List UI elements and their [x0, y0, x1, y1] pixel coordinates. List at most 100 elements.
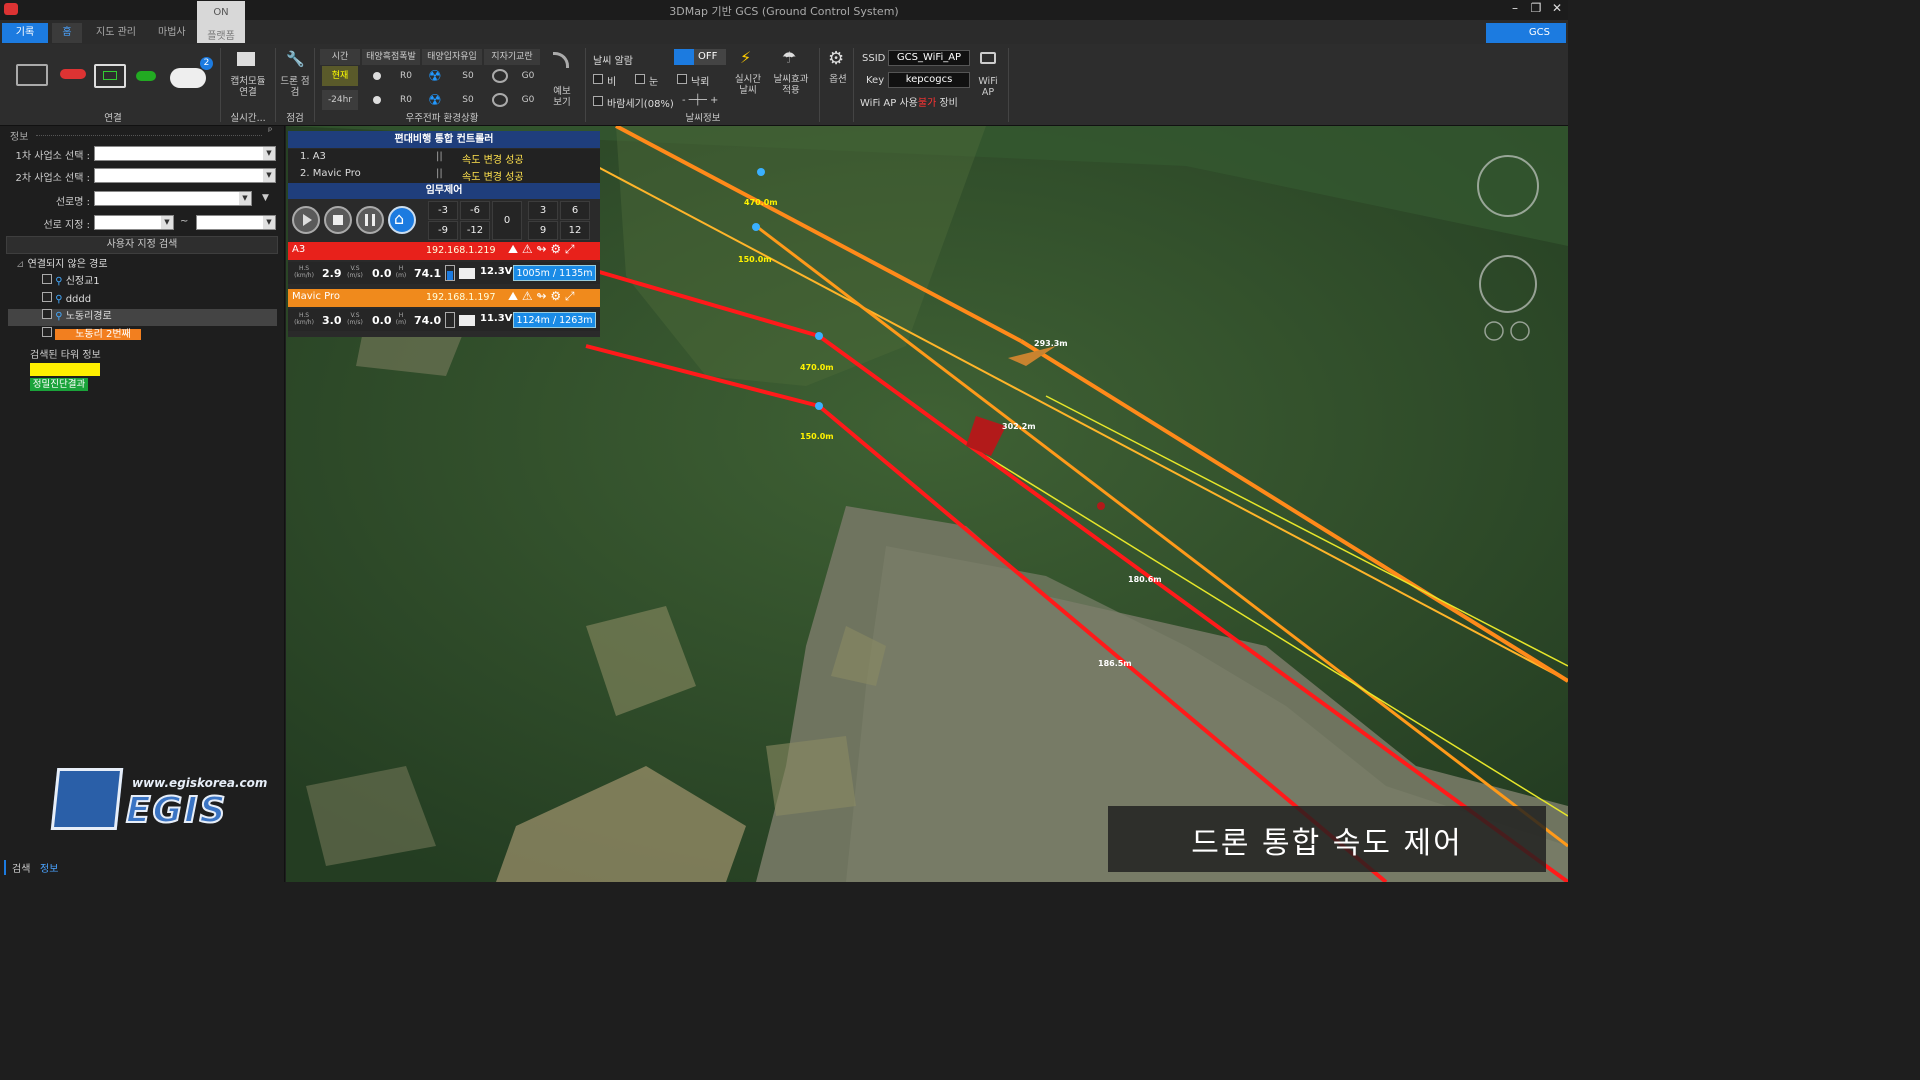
- tab-gcs[interactable]: GCS: [1486, 23, 1566, 43]
- line-dropdown-icon[interactable]: ▼: [262, 193, 269, 203]
- pause-button[interactable]: [356, 206, 384, 234]
- bottom-tab-info[interactable]: 정보: [40, 860, 58, 875]
- stop-button[interactable]: [324, 206, 352, 234]
- toggle-on-label: ON: [213, 7, 229, 18]
- caption-text: 드론 통합 속도 제어: [1191, 826, 1463, 861]
- rain-checkbox[interactable]: [593, 74, 603, 87]
- route-end-select[interactable]: ▼: [196, 215, 276, 230]
- weather-alarm-label: 날씨 알람: [593, 56, 633, 67]
- mavic-vs-unit: V.S (m/s): [347, 312, 363, 326]
- clapper-icon[interactable]: [237, 52, 255, 66]
- ssid-label: SSID: [862, 53, 886, 64]
- site1-select[interactable]: ▼: [94, 146, 276, 161]
- realtime-weather-button[interactable]: 실시간 날씨: [733, 74, 763, 96]
- speed-minus-9[interactable]: -9: [428, 221, 458, 240]
- wifi-status-post: 장비: [936, 98, 958, 109]
- bottom-tab-search[interactable]: 검색: [4, 860, 30, 875]
- drone-check-button[interactable]: 드론 점검: [280, 76, 310, 98]
- drone-a3-icons[interactable]: ⛰ ⚠ ↬ ⚙ ⤢: [508, 242, 575, 257]
- drone-a3-name: A3: [292, 244, 306, 255]
- weather-alarm-toggle[interactable]: OFF: [674, 49, 726, 65]
- connect-group-label: 연결: [104, 113, 122, 124]
- capture-module-button[interactable]: 캡처모듈 연결: [226, 76, 270, 98]
- maximize-button[interactable]: ❐: [1527, 1, 1545, 15]
- tree-item-2[interactable]: ⚲ dddd: [42, 292, 91, 308]
- speed-plus-12[interactable]: 12: [560, 221, 590, 240]
- tab-map-manage[interactable]: 지도 관리: [88, 23, 144, 43]
- router-icon[interactable]: [980, 52, 996, 64]
- monitor-icon[interactable]: [94, 64, 126, 88]
- play-button[interactable]: [292, 206, 320, 234]
- link-icon[interactable]: [60, 69, 86, 79]
- line-label-3: 470.0m: [800, 363, 834, 372]
- umbrella-icon[interactable]: ☂: [782, 48, 796, 67]
- speed-plus-9[interactable]: 9: [528, 221, 558, 240]
- drone-mavic-icons[interactable]: ⛰ ⚠ ↬ ⚙ ⤢: [508, 289, 575, 304]
- badge-count: 2: [200, 57, 213, 70]
- lightning-checkbox[interactable]: [677, 74, 687, 87]
- drone-header-a3: A3 192.168.1.219 ⛰ ⚠ ↬ ⚙ ⤢: [288, 242, 600, 260]
- device-icon[interactable]: [136, 71, 156, 81]
- tab-record[interactable]: 기록: [2, 23, 48, 43]
- tower-tag-green[interactable]: 정밀진단결과: [30, 378, 88, 391]
- mavic-hs: 3.0: [322, 314, 342, 327]
- drone-a3-stats: H.S (km/h) 2.9 V.S (m/s) 0.0 H (m) 74.1 …: [288, 262, 600, 284]
- weather-effect-button[interactable]: 날씨효과 적용: [771, 74, 811, 96]
- row-1-sep: ||: [436, 151, 443, 162]
- speed-plus-3[interactable]: 3: [528, 201, 558, 220]
- line-select[interactable]: ▼: [94, 191, 252, 206]
- wind-slider[interactable]: - ─┼─ +: [682, 95, 718, 106]
- tree-item-1[interactable]: ⚲ 신정교1: [42, 274, 100, 290]
- wind-checkbox[interactable]: [593, 96, 603, 109]
- mavic-vs: 0.0: [372, 314, 392, 327]
- ssid-field[interactable]: GCS_WiFi_AP: [888, 50, 970, 66]
- row-1-status: 속도 변경 성공: [462, 155, 524, 166]
- tree-item-3[interactable]: ⚲ 노동리경로: [42, 309, 112, 325]
- speed-minus-12[interactable]: -12: [460, 221, 490, 240]
- controller-row-1: 1. A3 || 속도 변경 성공: [288, 149, 600, 166]
- contact-card-icon[interactable]: [16, 64, 48, 86]
- drone-header-mavic: Mavic Pro 192.168.1.197 ⛰ ⚠ ↬ ⚙ ⤢: [288, 289, 600, 307]
- a3-h: 74.1: [414, 267, 442, 280]
- close-button[interactable]: ✕: [1548, 1, 1566, 15]
- forecast-button[interactable]: 예보 보기: [549, 86, 575, 108]
- tree-item-4[interactable]: 노동리 2번째: [42, 327, 141, 343]
- speed-plus-6[interactable]: 6: [560, 201, 590, 220]
- row-now-s: S0: [462, 71, 474, 81]
- bolt-icon[interactable]: ⚡: [740, 48, 751, 67]
- info-panel: 정보 ᵖ 1차 사업소 선택 : ▼ 2차 사업소 선택 : ▼ 선로명 : ▼…: [0, 126, 285, 882]
- wrench-icon[interactable]: 🔧: [286, 50, 305, 68]
- rss-icon[interactable]: [553, 52, 569, 68]
- site2-select[interactable]: ▼: [94, 168, 276, 183]
- gear-icon[interactable]: ⚙: [828, 48, 844, 69]
- site2-label: 2차 사업소 선택 :: [15, 173, 90, 184]
- sun-icon: [373, 72, 381, 80]
- plugin-toggle[interactable]: ON 플랫폼: [197, 1, 245, 43]
- speed-minus-6[interactable]: -6: [460, 201, 490, 220]
- tab-wizard[interactable]: 마법사: [150, 23, 194, 43]
- custom-search-button[interactable]: 사용자 지정 검색: [6, 236, 278, 254]
- speed-zero[interactable]: 0: [492, 201, 522, 240]
- options-button[interactable]: 옵션: [826, 74, 850, 85]
- mavic-battery-icon: [459, 315, 475, 326]
- plugin-label: 플랫폼: [207, 31, 235, 42]
- wifi-ap-button[interactable]: WiFi AP: [975, 76, 1001, 98]
- tree-root[interactable]: ⊿ 연결되지 않은 경로: [16, 257, 108, 273]
- minimize-button[interactable]: –: [1506, 1, 1524, 15]
- key-field[interactable]: kepcogcs: [888, 72, 970, 88]
- route-start-select[interactable]: ▼: [94, 215, 174, 230]
- wind-label: 바람세기(08%): [607, 99, 674, 110]
- tower-tag-yellow[interactable]: [30, 363, 100, 376]
- gamepad-icon[interactable]: [170, 68, 206, 88]
- pin-icon[interactable]: ᵖ: [268, 126, 272, 137]
- home-button[interactable]: ⌂: [388, 206, 416, 234]
- speed-minus-3[interactable]: -3: [428, 201, 458, 220]
- line-label-8: 186.5m: [1098, 659, 1132, 668]
- a3-h-unit: H (m): [395, 265, 407, 279]
- line-label: 선로명 :: [55, 197, 90, 208]
- rain-label: 비: [607, 77, 617, 88]
- tab-home[interactable]: 홈: [52, 23, 82, 43]
- drone-mavic-ip: 192.168.1.197: [426, 292, 496, 303]
- snow-checkbox[interactable]: [635, 74, 645, 87]
- a3-vs-unit: V.S (m/s): [347, 265, 363, 279]
